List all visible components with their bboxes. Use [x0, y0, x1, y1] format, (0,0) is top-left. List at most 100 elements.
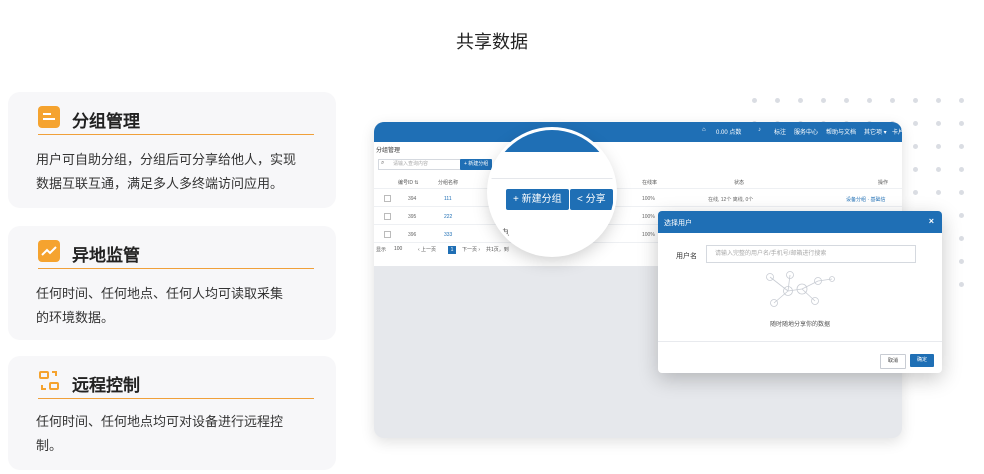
row-name-link[interactable]: 222 [444, 214, 452, 220]
decorative-dot [867, 98, 872, 103]
magnifier-divider [490, 178, 614, 179]
feature-desc-line: 的环境数据。 [36, 310, 115, 325]
nav-item[interactable]: 标注 [774, 127, 786, 136]
feature-card-group-management: 分组管理 用户可自助分组，分组后可分享给他人，实现 数据互联互通，满足多人多终端… [8, 92, 336, 208]
decorative-dot [936, 121, 941, 126]
decorative-dot [775, 98, 780, 103]
network-share-illustration [766, 271, 835, 307]
pager-total: 共1页，到 [486, 247, 509, 253]
feature-desc-line: 任何时间、任何地点均可对设备进行远程控 [36, 414, 284, 429]
column-header: 操作 [878, 180, 889, 186]
row-rate: 100% [642, 214, 655, 220]
row-checkbox[interactable] [384, 195, 391, 202]
column-header[interactable]: 编号ID ⇅ [398, 179, 419, 186]
feature-desc-line: 任何时间、任何地点、任何人均可读取采集 [36, 286, 284, 301]
trend-chart-icon [38, 240, 60, 262]
decorative-dot [959, 98, 964, 103]
decorative-dot [959, 144, 964, 149]
decorative-dot [959, 121, 964, 126]
feature-card-header: 远程控制 [38, 368, 314, 399]
feature-desc-line: 制。 [36, 438, 63, 453]
feature-card-header: 分组管理 [38, 104, 314, 135]
zoomed-text-fragment: 电 [500, 228, 510, 238]
new-group-button[interactable]: + 新建分组 [460, 159, 493, 170]
select-user-dialog: 选择用户 × 用户名 请输入完整的用户名/手机号/邮箱进行搜索 随时随地分享你的… [658, 211, 942, 373]
feature-title: 分组管理 [72, 112, 140, 131]
mockup-top-nav: ⌂ 0.00 点数 ♪ 标注 服务中心 帮助与文档 其它项 ▾ 卡片 [374, 122, 902, 142]
row-name-link[interactable]: 111 [444, 196, 452, 202]
row-status: 在线, 12个 离线, 0个 [708, 197, 754, 203]
decorative-dot [936, 144, 941, 149]
feature-description: 用户可自助分组，分组后可分享给他人，实现 数据互联互通，满足多人多终端访问应用。 [36, 148, 332, 196]
feature-card-remote-control: 远程控制 任何时间、任何地点均可对设备进行远程控 制。 [8, 356, 336, 470]
confirm-button[interactable]: 确定 [910, 354, 934, 367]
decorative-dot [959, 259, 964, 264]
feature-title: 异地监管 [72, 246, 140, 265]
row-checkbox[interactable] [384, 231, 391, 238]
decorative-dot [936, 167, 941, 172]
decorative-dot [798, 98, 803, 103]
row-rate: 100% [642, 196, 655, 202]
feature-title: 远程控制 [72, 376, 140, 395]
search-icon: ⌕ [381, 160, 385, 166]
row-actions[interactable]: 设备分组 · 基础信 [846, 196, 885, 203]
feature-desc-line: 用户可自助分组，分组后可分享给他人，实现 [36, 152, 297, 167]
row-id: 396 [408, 232, 417, 238]
nav-item[interactable]: 卡片 [892, 127, 902, 136]
decorative-dot [844, 98, 849, 103]
row-id: 395 [408, 214, 417, 220]
decorative-dot [959, 167, 964, 172]
remote-control-icon [38, 370, 60, 392]
cancel-button[interactable]: 取消 [880, 354, 906, 369]
nav-item[interactable]: 其它项 ▾ [864, 127, 887, 136]
breadcrumb: 分组管理 [376, 148, 401, 154]
decorative-dot [752, 98, 757, 103]
next-page-button[interactable]: 下一页 › [462, 246, 480, 253]
decorative-dot [913, 98, 918, 103]
feature-desc-line: 数据互联互通，满足多人多终端访问应用。 [36, 176, 284, 191]
home-icon: ⌂ [702, 127, 706, 133]
feature-card-remote-monitoring: 异地监管 任何时间、任何地点、任何人均可读取采集 的环境数据。 [8, 226, 336, 340]
nav-points[interactable]: 0.00 点数 [716, 127, 741, 136]
magnifier-zoom-view: + 新建分组 < 分享 电 点 [490, 130, 614, 254]
search-input[interactable]: 请输入查询内容 [378, 159, 470, 170]
row-divider [374, 206, 902, 207]
bell-icon[interactable]: ♪ [758, 127, 761, 133]
decorative-dot [913, 144, 918, 149]
magnifier-nav-bar [490, 130, 614, 152]
decorative-dot [913, 121, 918, 126]
decorative-dot [913, 167, 918, 172]
nav-item[interactable]: 帮助与文档 [826, 127, 856, 136]
zoomed-share-button[interactable]: < 分享 [570, 189, 613, 210]
dialog-title: 选择用户 [664, 220, 692, 227]
row-checkbox[interactable] [384, 213, 391, 220]
page-title: 共享数据 [456, 32, 528, 52]
nav-item[interactable]: 服务中心 [794, 127, 818, 136]
decorative-dot [959, 282, 964, 287]
username-search-input[interactable]: 请输入完整的用户名/手机号/邮箱进行搜索 [706, 245, 916, 263]
folder-icon [38, 106, 60, 128]
decorative-dot [913, 190, 918, 195]
zoomed-text-fragment: 点 [600, 228, 610, 238]
decorative-dot [959, 213, 964, 218]
feature-card-header: 异地监管 [38, 238, 314, 269]
column-header: 分组名称 [438, 180, 459, 186]
decorative-dot [959, 190, 964, 195]
dialog-footer-divider [658, 341, 942, 342]
column-header: 在线率 [642, 180, 658, 186]
prev-page-button[interactable]: ‹ 上一页 [418, 246, 436, 253]
current-page-button[interactable]: 1 [448, 246, 456, 254]
decorative-dot [936, 190, 941, 195]
decorative-dot [959, 236, 964, 241]
page-size-select[interactable]: 100 [394, 246, 402, 252]
row-id: 394 [408, 196, 417, 202]
close-icon[interactable]: × [929, 216, 934, 226]
username-label: 用户名 [676, 253, 697, 260]
feature-description: 任何时间、任何地点均可对设备进行远程控 制。 [36, 410, 332, 458]
decorative-dot [821, 98, 826, 103]
zoomed-new-group-button[interactable]: + 新建分组 [506, 189, 569, 210]
row-name-link[interactable]: 333 [444, 232, 452, 238]
feature-description: 任何时间、任何地点、任何人均可读取采集 的环境数据。 [36, 282, 332, 330]
dialog-header: 选择用户 × [658, 211, 942, 233]
row-divider [374, 188, 902, 189]
